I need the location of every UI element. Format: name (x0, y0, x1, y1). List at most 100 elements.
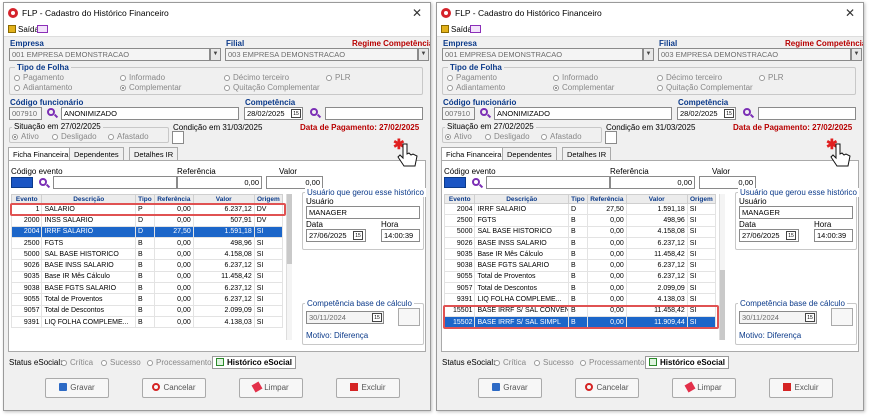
limpar-button[interactable]: Limpar (672, 378, 736, 398)
tab-ficha-financeira[interactable]: Ficha Financeira (8, 147, 74, 161)
chevron-down-icon[interactable]: ▼ (851, 48, 862, 61)
table-scrollbar[interactable] (286, 194, 292, 340)
table-row[interactable]: 9038 BASE FGTS SALARIO B 0,00 6.237,12 SI (10, 282, 284, 295)
radio-sucesso[interactable] (534, 360, 540, 366)
search-icon[interactable] (39, 178, 47, 186)
table-row[interactable]: 9026 BASE INSS SALARIO B 0,00 6.237,12 SI (443, 236, 717, 250)
table-row[interactable]: 9026 BASE INSS SALARIO B 0,00 6.237,12 SI (10, 259, 284, 272)
chevron-down-icon[interactable]: ▼ (643, 48, 654, 61)
table-row[interactable]: 2500 FGTS B 0,00 498,96 SI (443, 214, 717, 227)
tab-ficha-financeira[interactable]: Ficha Financeira (441, 147, 507, 161)
referencia-input[interactable]: 0,00 (610, 176, 695, 189)
column-header-evento[interactable]: Evento (443, 194, 476, 204)
radio-desligado[interactable] (52, 134, 58, 140)
table-row[interactable]: 2000 INSS SALARIO D 0,00 507,91 DV (10, 214, 284, 227)
table-row[interactable]: 5000 SAL BASE HISTORICO B 0,00 4.158,08 SI (443, 225, 717, 238)
codigo-funcionario-input[interactable]: 007910 (9, 107, 42, 120)
radio-critica[interactable] (61, 360, 67, 366)
search-icon[interactable] (743, 108, 751, 116)
table-row[interactable]: 9391 LIQ FOLHA COMPLEME... B 0,00 4.138,03 SI (443, 293, 717, 306)
column-header-tipo[interactable]: Tipo (567, 194, 588, 204)
table-row[interactable]: 9057 Total de Descontos B 0,00 2.099,09 SI (10, 304, 284, 317)
table-row[interactable]: 5000 SAL BASE HISTORICO B 0,00 4.158,08 SI (10, 248, 284, 261)
radio-adiantamento[interactable] (14, 85, 20, 91)
calendar-icon[interactable]: 15 (805, 313, 815, 322)
radio-informado[interactable] (120, 75, 126, 81)
radio-quitacao[interactable] (657, 85, 663, 91)
radio-complementar[interactable] (553, 85, 559, 91)
exit-lock-icon[interactable] (8, 25, 16, 33)
chevron-down-icon[interactable]: ▼ (210, 48, 221, 61)
table-row[interactable]: 9055 Total de Proventos B 0,00 6.237,12 SI (10, 293, 284, 306)
radio-afastado[interactable] (541, 134, 547, 140)
cancelar-button[interactable]: Cancelar (142, 378, 206, 398)
radio-plr[interactable] (326, 75, 332, 81)
search-icon[interactable] (310, 108, 318, 116)
radio-processamento[interactable] (147, 360, 153, 366)
column-header-descricao[interactable]: Descrição (474, 194, 569, 204)
table-scrollbar[interactable] (719, 194, 725, 340)
calendar-icon[interactable]: 15 (353, 231, 363, 240)
table-row[interactable]: 2004 IRRF SALARIO D 27,50 1.591,18 SI (443, 202, 717, 216)
radio-desligado[interactable] (485, 134, 491, 140)
close-icon[interactable]: ✕ (845, 6, 855, 20)
search-icon[interactable] (472, 178, 480, 186)
table-row[interactable]: 9057 Total de Descontos B 0,00 2.099,09 SI (443, 282, 717, 295)
scrollbar-thumb[interactable] (720, 270, 725, 340)
calendar-icon[interactable]: 15 (372, 313, 382, 322)
table-row[interactable]: 9038 BASE FGTS SALARIO B 0,00 6.237,12 SI (443, 259, 717, 272)
radio-ativo[interactable] (445, 134, 451, 140)
tab-dependentes[interactable]: Dependentes (69, 147, 124, 160)
radio-quitacao[interactable] (224, 85, 230, 91)
codigo-funcionario-input[interactable]: 007910 (442, 107, 475, 120)
radio-critica[interactable] (494, 360, 500, 366)
excluir-button[interactable]: Excluir (336, 378, 400, 398)
radio-plr[interactable] (759, 75, 765, 81)
limpar-button[interactable]: Limpar (239, 378, 303, 398)
historico-esocial-button[interactable]: Histórico eSocial (645, 356, 729, 369)
gravar-button[interactable]: Gravar (45, 378, 109, 398)
table-row[interactable]: 2500 FGTS B 0,00 498,96 SI (10, 236, 284, 250)
search-icon[interactable] (480, 108, 488, 116)
chevron-down-icon[interactable]: ▼ (418, 48, 429, 61)
tab-detalhes-ir[interactable]: Detalhes IR (562, 147, 612, 160)
table-row[interactable]: 9035 Base IR Mês Cálculo B 0,00 11.458,42 SI (10, 270, 284, 284)
tab-detalhes-ir[interactable]: Detalhes IR (129, 147, 179, 160)
radio-decimo-terceiro[interactable] (657, 75, 663, 81)
menu-exit[interactable]: Saída (451, 25, 472, 34)
table-row[interactable]: 9035 Base IR Mês Cálculo B 0,00 11.458,42 SI (443, 248, 717, 261)
radio-processamento[interactable] (580, 360, 586, 366)
gravar-button[interactable]: Gravar (478, 378, 542, 398)
radio-pagamento[interactable] (447, 75, 453, 81)
close-icon[interactable]: ✕ (412, 6, 422, 20)
column-header-referencia[interactable]: Referência (586, 194, 627, 204)
referencia-input[interactable]: 0,00 (177, 176, 262, 189)
table-row[interactable]: 2004 IRRF SALARIO D 27,50 1.591,18 SI (10, 225, 284, 238)
monitor-icon[interactable] (470, 25, 481, 33)
radio-ativo[interactable] (12, 134, 18, 140)
menu-exit[interactable]: Saída (18, 25, 39, 34)
exit-lock-icon[interactable] (441, 25, 449, 33)
empresa-select[interactable]: 001 EMPRESA DEMONSTRACAO (442, 48, 643, 61)
comp-base-button[interactable] (831, 308, 853, 326)
radio-pagamento[interactable] (14, 75, 20, 81)
monitor-icon[interactable] (37, 25, 48, 33)
table-row[interactable]: 9391 LIQ FOLHA COMPLEME... B 0,00 4.138,03 SI (10, 315, 284, 329)
search-icon[interactable] (47, 108, 55, 116)
filial-select[interactable]: 003 EMPRESA DEMONSTRACAO (658, 48, 851, 61)
excluir-button[interactable]: Excluir (769, 378, 833, 398)
radio-sucesso[interactable] (101, 360, 107, 366)
radio-decimo-terceiro[interactable] (224, 75, 230, 81)
tab-dependentes[interactable]: Dependentes (502, 147, 557, 160)
empresa-select[interactable]: 001 EMPRESA DEMONSTRACAO (9, 48, 210, 61)
comp-base-button[interactable] (398, 308, 420, 326)
radio-afastado[interactable] (108, 134, 114, 140)
table-row[interactable]: 9055 Total de Proventos B 0,00 6.237,12 SI (443, 270, 717, 284)
calendar-icon[interactable]: 15 (724, 109, 734, 118)
historico-esocial-button[interactable]: Histórico eSocial (212, 356, 296, 369)
column-header-valor[interactable]: Valor (625, 194, 688, 204)
cancelar-button[interactable]: Cancelar (575, 378, 639, 398)
codigo-evento-input[interactable] (11, 177, 33, 188)
column-header-origem[interactable]: Origem (686, 194, 717, 204)
radio-complementar[interactable] (120, 85, 126, 91)
